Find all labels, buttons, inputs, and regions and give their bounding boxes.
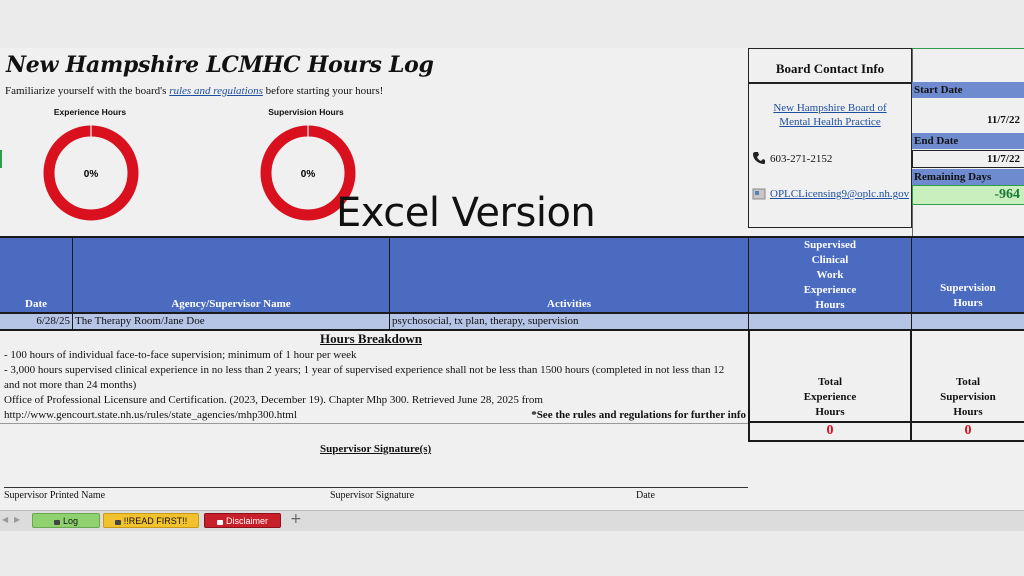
email-icon bbox=[752, 188, 766, 200]
supervision-pct: 0% bbox=[301, 169, 316, 180]
col-sup-line1: Supervision bbox=[940, 282, 996, 294]
total-exp-line1: Total bbox=[817, 376, 843, 388]
lock-icon bbox=[114, 520, 121, 525]
end-date-value[interactable]: 11/7/22 bbox=[912, 153, 1024, 165]
end-date-label: End Date bbox=[912, 133, 1024, 149]
supervision-chart-label: Supervision Hours bbox=[268, 107, 344, 117]
sheet-tab-bar: ◀ ▶ Log !!READ FIRST!! Disclaimer + bbox=[0, 510, 1024, 531]
remaining-days-value: -964 bbox=[994, 187, 1020, 202]
phone-number: 603-271-2152 bbox=[770, 153, 833, 165]
board-link-line2[interactable]: Mental Health Practice bbox=[749, 115, 911, 129]
panel-divider bbox=[912, 205, 913, 238]
tab-disclaimer-label: Disclaimer bbox=[225, 516, 268, 526]
board-link[interactable]: New Hampshire Board of Mental Health Pra… bbox=[749, 101, 911, 129]
breakdown-line5-row: http://www.gencourt.state.nh.us/rules/st… bbox=[4, 408, 746, 423]
total-supervision-value: 0 bbox=[964, 423, 972, 438]
intro-text: Familiarize yourself with the board's ru… bbox=[5, 85, 383, 97]
total-exp-line2: Experience bbox=[803, 391, 857, 403]
breakdown-line5: http://www.gencourt.state.nh.us/rules/st… bbox=[4, 409, 297, 421]
excel-version-overlay: Excel Version bbox=[336, 190, 596, 236]
breakdown-heading: Hours Breakdown bbox=[320, 331, 422, 346]
col-activities-header[interactable]: Activities bbox=[390, 238, 749, 312]
page-title: New Hampshire LCMHC Hours Log bbox=[6, 52, 434, 78]
total-sup-line2: Supervision bbox=[940, 391, 996, 403]
row-marker bbox=[0, 150, 2, 168]
table-row-activities[interactable]: psychosocial, tx plan, therapy, supervis… bbox=[390, 314, 749, 329]
add-sheet-icon[interactable]: + bbox=[290, 511, 302, 527]
contact-divider bbox=[749, 82, 911, 84]
email-link[interactable]: OPLCLicensing9@oplc.nh.gov bbox=[770, 188, 909, 200]
breakdown-bottom-border bbox=[0, 423, 748, 424]
table-row-experience[interactable] bbox=[749, 314, 912, 329]
col-sup-line2: Hours bbox=[953, 297, 983, 309]
lock-icon bbox=[216, 520, 223, 525]
breakdown-line4: Office of Professional Licensure and Cer… bbox=[4, 394, 543, 406]
rules-link[interactable]: rules and regulations bbox=[169, 85, 263, 97]
remaining-days-label: Remaining Days bbox=[912, 169, 1024, 185]
experience-pct: 0% bbox=[84, 169, 99, 180]
total-sup-line1: Total bbox=[955, 376, 981, 388]
board-link-line1[interactable]: New Hampshire Board of bbox=[749, 101, 911, 115]
tab-log-label: Log bbox=[62, 516, 79, 526]
breakdown-line3: and not more than 24 months) bbox=[4, 379, 137, 391]
signature-line[interactable] bbox=[4, 487, 748, 488]
experience-chart-label: Experience Hours bbox=[53, 107, 127, 117]
tab-log[interactable]: Log bbox=[32, 513, 100, 528]
scroll-left-icon[interactable]: ◀ bbox=[2, 515, 8, 524]
col-exp-line5: Hours bbox=[815, 299, 845, 311]
phone-icon bbox=[753, 152, 765, 164]
col-experience-header[interactable]: Supervised Clinical Work Experience Hour… bbox=[749, 238, 912, 312]
tab-read-first-label: !!READ FIRST!! bbox=[123, 516, 188, 526]
table-row-date[interactable]: 6/28/25 bbox=[0, 314, 73, 329]
experience-donut: 0% bbox=[43, 125, 139, 221]
supervisor-signature-label: Supervisor Signature bbox=[330, 490, 415, 501]
col-date-label: Date bbox=[25, 298, 47, 310]
breakdown-line1: - 100 hours of individual face-to-face s… bbox=[4, 349, 357, 361]
signature-date-label: Date bbox=[636, 490, 655, 501]
start-date-label: Start Date bbox=[912, 82, 1024, 98]
col-supervision-header[interactable]: Supervision Hours bbox=[912, 238, 1024, 312]
col-exp-line4: Experience bbox=[803, 284, 857, 296]
lock-icon bbox=[53, 520, 60, 525]
total-sup-line3: Hours bbox=[953, 406, 983, 418]
col-exp-line1: Supervised bbox=[804, 239, 856, 251]
start-date-value[interactable]: 11/7/22 bbox=[912, 114, 1024, 130]
breakdown-note: *See the rules and regulations for furth… bbox=[531, 409, 746, 421]
col-exp-line3: Work bbox=[816, 269, 844, 281]
date-panel-header-cell bbox=[912, 48, 1024, 82]
tab-read-first[interactable]: !!READ FIRST!! bbox=[103, 513, 199, 528]
tab-disclaimer[interactable]: Disclaimer bbox=[204, 513, 281, 528]
col-agency-header[interactable]: Agency/Supervisor Name bbox=[73, 238, 390, 312]
total-supervision-label: Total Supervision Hours bbox=[912, 375, 1024, 420]
total-experience-label: Total Experience Hours bbox=[750, 375, 910, 420]
col-exp-line2: Clinical bbox=[811, 254, 849, 266]
breakdown-text: - 100 hours of individual face-to-face s… bbox=[4, 348, 746, 423]
total-experience-value: 0 bbox=[826, 423, 834, 438]
scroll-right-icon[interactable]: ▶ bbox=[14, 515, 20, 524]
total-exp-line3: Hours bbox=[815, 406, 845, 418]
table-row-agency[interactable]: The Therapy Room/Jane Doe bbox=[73, 314, 390, 329]
col-agency-label: Agency/Supervisor Name bbox=[171, 298, 291, 310]
row-bottom-border bbox=[0, 329, 1024, 331]
signature-heading: Supervisor Signature(s) bbox=[320, 443, 432, 455]
col-date-header[interactable]: Date bbox=[0, 238, 73, 312]
table-row-supervision[interactable] bbox=[912, 314, 1024, 329]
printed-name-label: Supervisor Printed Name bbox=[4, 490, 106, 501]
totals-value-bottom-border bbox=[748, 440, 1024, 442]
intro-suffix: before starting your hours! bbox=[262, 85, 384, 97]
intro-prefix: Familiarize yourself with the board's bbox=[5, 85, 170, 97]
col-activities-label: Activities bbox=[547, 298, 591, 310]
contact-heading: Board Contact Info bbox=[775, 61, 885, 76]
breakdown-line2: - 3,000 hours supervised clinical experi… bbox=[4, 364, 725, 376]
